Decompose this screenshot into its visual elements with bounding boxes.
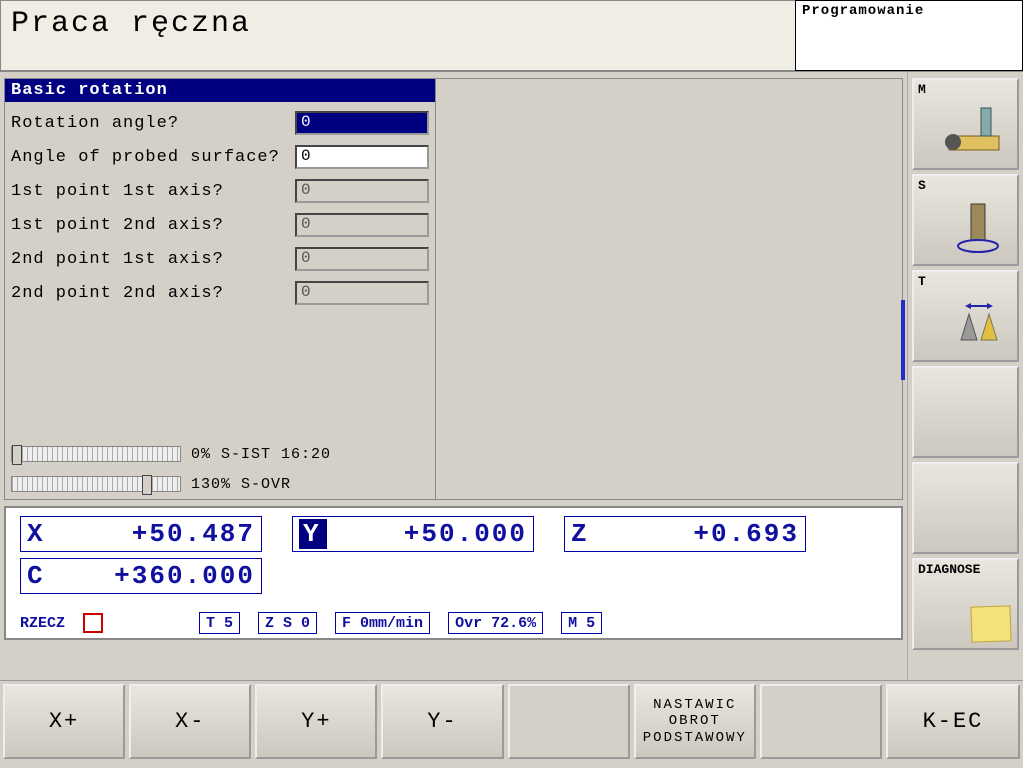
dro-z: Z+0.693 — [564, 516, 806, 552]
tool-icon — [941, 294, 1011, 354]
side-diagnose-button[interactable]: DIAGNOSE — [912, 558, 1019, 650]
dro-panel: X+50.487 Y+50.000 Z+0.693 C+360.000 RZEC… — [4, 506, 903, 640]
softkey-5[interactable] — [508, 684, 630, 759]
s-ist-pct: 0% — [191, 446, 211, 463]
side-empty-2[interactable] — [912, 462, 1019, 554]
machine-icon — [941, 102, 1011, 162]
form-label: 2nd point 1st axis? — [11, 250, 295, 269]
s-ovr-slider[interactable] — [11, 476, 181, 492]
side-t-button[interactable]: T — [912, 270, 1019, 362]
s-ovr-pct: 130% — [191, 476, 231, 493]
form-input-0[interactable]: 0 — [295, 111, 429, 135]
spindle-icon — [941, 198, 1011, 258]
status-t: T 5 — [199, 612, 240, 634]
softkey-y-plus[interactable]: Y+ — [255, 684, 377, 759]
s-ovr-label: S-OVR — [241, 476, 291, 493]
graphic-area — [436, 78, 903, 500]
side-s-button[interactable]: S — [912, 174, 1019, 266]
dro-y: Y+50.000 — [292, 516, 534, 552]
form-label: Rotation angle? — [11, 114, 295, 133]
s-ist-label: S-IST — [221, 446, 271, 463]
status-f: F 0mm/min — [335, 612, 430, 634]
form-input-5: 0 — [295, 281, 429, 305]
softkey-x-minus[interactable]: X- — [129, 684, 251, 759]
status-ovr: Ovr 72.6% — [448, 612, 543, 634]
status-mode: RZECZ — [20, 615, 65, 632]
side-m-button[interactable]: M — [912, 78, 1019, 170]
softkey-7[interactable] — [760, 684, 882, 759]
mode-title: Praca ręczna — [0, 0, 795, 71]
status-m: M 5 — [561, 612, 602, 634]
form-title: Basic rotation — [5, 79, 435, 102]
form-label: 1st point 2nd axis? — [11, 216, 295, 235]
submode-title: Programowanie — [795, 0, 1023, 71]
form-input-1[interactable]: 0 — [295, 145, 429, 169]
dro-c: C+360.000 — [20, 558, 262, 594]
datum-icon — [83, 613, 103, 633]
status-zs: Z S 0 — [258, 612, 317, 634]
scroll-indicator — [901, 300, 905, 380]
form-input-4: 0 — [295, 247, 429, 271]
form-panel: Basic rotation Rotation angle?0Angle of … — [4, 78, 436, 500]
softkey-x-plus[interactable]: X+ — [3, 684, 125, 759]
form-label: Angle of probed surface? — [11, 148, 295, 167]
dro-x: X+50.487 — [20, 516, 262, 552]
s-ist-slider[interactable] — [11, 446, 181, 462]
form-label: 2nd point 2nd axis? — [11, 284, 295, 303]
softkey-basic-rotation[interactable]: NASTAWIC OBROT PODSTAWOWY — [634, 684, 756, 759]
softkey-y-minus[interactable]: Y- — [381, 684, 503, 759]
form-input-3: 0 — [295, 213, 429, 237]
softkey-k-ec[interactable]: K-EC — [886, 684, 1020, 759]
form-label: 1st point 1st axis? — [11, 182, 295, 201]
form-input-2: 0 — [295, 179, 429, 203]
note-icon — [970, 605, 1011, 642]
side-empty-1[interactable] — [912, 366, 1019, 458]
s-ist-time: 16:20 — [281, 446, 331, 463]
